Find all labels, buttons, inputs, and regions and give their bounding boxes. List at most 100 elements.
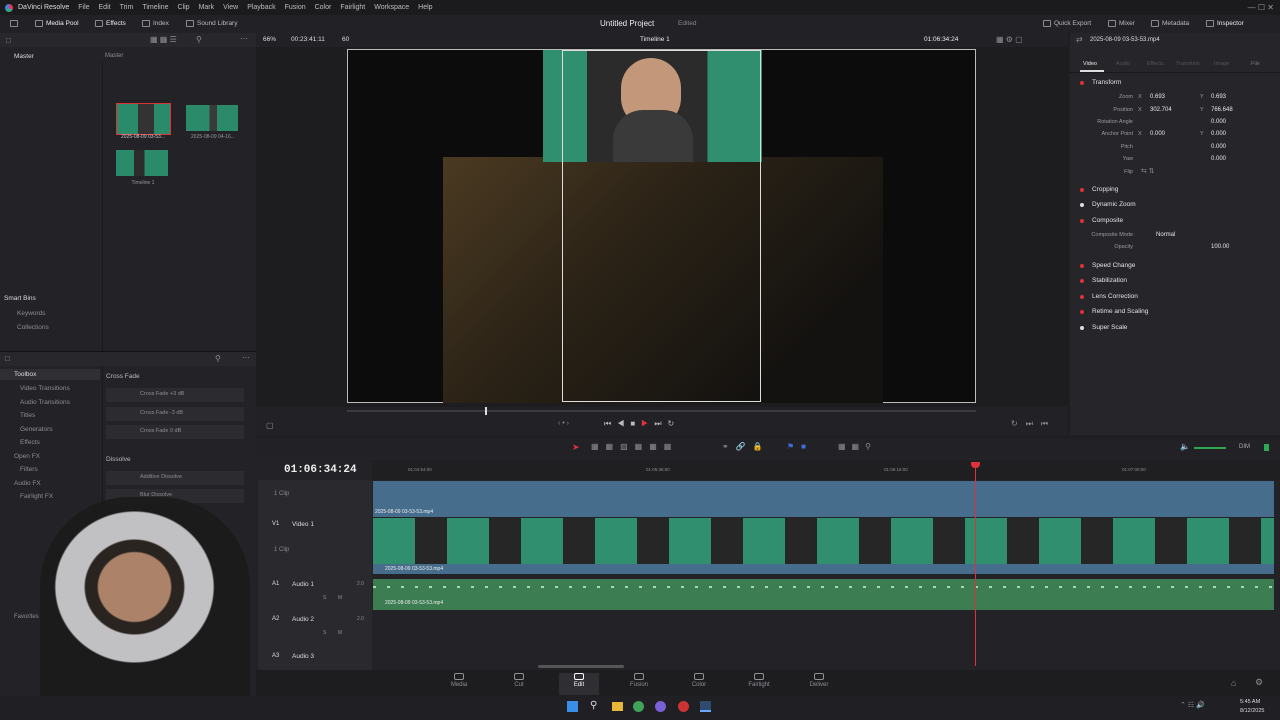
effect-item[interactable]: Cross Fade 0 dB [106, 425, 244, 439]
track-name[interactable]: Audio 1 [292, 581, 314, 588]
stabilization-section[interactable]: Stabilization [1092, 277, 1127, 284]
menu-file[interactable]: File [78, 4, 89, 11]
search-icon[interactable]: ⚲ [196, 35, 202, 44]
rotation-value[interactable]: 0.000 [1211, 119, 1226, 125]
titles-item[interactable]: Titles [20, 412, 35, 419]
timeline-playhead[interactable] [975, 462, 976, 666]
speed-change-section[interactable]: Speed Change [1092, 262, 1135, 269]
track-name[interactable]: Audio 3 [292, 653, 314, 660]
volume-slider[interactable] [1194, 447, 1226, 449]
filters-item[interactable]: Filters [20, 466, 38, 473]
transform-section[interactable]: Transform [1092, 79, 1121, 86]
file-explorer-icon[interactable] [612, 702, 623, 711]
start-windows-icon[interactable] [567, 701, 578, 712]
timeline-name[interactable]: Timeline 1 [640, 36, 670, 43]
mute-button[interactable]: M [338, 595, 342, 601]
page-fusion[interactable]: Fusion [619, 673, 659, 688]
fairlight-fx-item[interactable]: Fairlight FX [20, 493, 53, 500]
enable-dot[interactable] [1080, 295, 1084, 299]
workspace-toggle-icon[interactable] [10, 20, 18, 27]
track-name[interactable]: Audio 2 [292, 616, 314, 623]
video-transitions-item[interactable]: Video Transitions [20, 385, 70, 392]
anchor-x-value[interactable]: 0.000 [1150, 131, 1165, 137]
enable-dot[interactable] [1080, 219, 1084, 223]
page-edit[interactable]: Edit [559, 673, 599, 695]
timeline-thumbnail[interactable] [116, 150, 168, 176]
menu-mark[interactable]: Mark [199, 4, 215, 11]
enable-dot[interactable] [1080, 81, 1084, 85]
viewer-end-controls[interactable]: ↻⏭⏮ [1011, 419, 1056, 429]
menu-trim[interactable]: Trim [120, 4, 134, 11]
effects-item[interactable]: Effects [20, 439, 40, 446]
anchor-y-value[interactable]: 0.000 [1211, 131, 1226, 137]
scrubber-playhead[interactable] [485, 407, 487, 415]
generators-item[interactable]: Generators [20, 426, 53, 433]
menu-fusion[interactable]: Fusion [285, 4, 306, 11]
toolbox-item[interactable]: Toolbox [14, 371, 36, 378]
enable-dot[interactable] [1080, 326, 1084, 330]
favorites-item[interactable]: Favorites [14, 614, 39, 620]
media-clip-thumbnail[interactable] [186, 105, 238, 131]
effect-item[interactable]: Additive Dissolve [106, 471, 244, 485]
menu-playback[interactable]: Playback [247, 4, 275, 11]
viewer-canvas[interactable] [347, 49, 976, 403]
enable-dot[interactable] [1080, 264, 1084, 268]
a1-clip[interactable]: 2025-08-09 03-53-53.mp4 [373, 579, 1274, 610]
viewer-options-icon[interactable]: ▦ ⚙ ▢ [996, 35, 1023, 44]
more-options-icon[interactable]: ⋯ [242, 353, 250, 362]
flip-toggle-icon[interactable]: ⇆ ⇅ [1141, 167, 1155, 175]
playback-controls[interactable]: ⏮◀■▶⏭↻ [604, 419, 680, 429]
bin-list-toggle-icon[interactable]: □ [6, 36, 11, 45]
tab-image[interactable]: Image [1214, 61, 1229, 67]
v2-clip[interactable]: 2025-08-09 03-53-53.mp4 [373, 481, 1274, 517]
system-tray-icons[interactable]: ⌃ ☷ 🔊 [1180, 701, 1205, 709]
zoom-y-value[interactable]: 0.693 [1211, 94, 1226, 100]
retime-scaling-section[interactable]: Retime and Scaling [1092, 308, 1148, 315]
snap-link-tools[interactable]: ⚭🔗🔒 [722, 442, 770, 451]
zoom-tools[interactable]: ▦▦⚲ [838, 442, 877, 451]
smart-bin-collections[interactable]: Collections [17, 324, 49, 331]
selection-tool-icon[interactable]: ➤ [572, 442, 580, 453]
menu-view[interactable]: View [223, 4, 238, 11]
menu-fairlight[interactable]: Fairlight [340, 4, 365, 11]
menu-workspace[interactable]: Workspace [374, 4, 409, 11]
super-scale-section[interactable]: Super Scale [1092, 324, 1127, 331]
v1-clip[interactable]: 2025-08-09 03-53-53.mp4 [373, 564, 1274, 574]
davinci-resolve-taskbar-icon[interactable] [700, 701, 711, 712]
v1-clip-thumbnails[interactable] [373, 518, 1274, 564]
page-color[interactable]: Color [679, 673, 719, 688]
menu-edit[interactable]: Edit [99, 4, 111, 11]
composite-mode-select[interactable]: Normal [1156, 232, 1175, 238]
tab-effects[interactable]: Effects [1147, 61, 1164, 67]
cropping-section[interactable]: Cropping [1092, 186, 1118, 193]
page-fairlight[interactable]: Fairlight [739, 673, 779, 688]
metadata-button[interactable]: Metadata [1151, 20, 1189, 27]
menu-color[interactable]: Color [315, 4, 332, 11]
menu-timeline[interactable]: Timeline [142, 4, 168, 11]
tab-file[interactable]: File [1251, 61, 1260, 67]
home-icon[interactable]: ⌂ [1231, 678, 1236, 688]
index-button[interactable]: Index [142, 20, 169, 27]
pitch-value[interactable]: 0.000 [1211, 144, 1226, 150]
open-fx-item[interactable]: Open FX [14, 453, 40, 460]
bin-tree-master[interactable]: Master [14, 53, 34, 60]
position-x-value[interactable]: 302.704 [1150, 107, 1172, 113]
inspector-button[interactable]: Inspector [1206, 20, 1244, 27]
dynamic-zoom-section[interactable]: Dynamic Zoom [1092, 201, 1136, 208]
effect-item[interactable]: Cross Fade -3 dB [106, 407, 244, 421]
opacity-value[interactable]: 100.00 [1211, 244, 1229, 250]
play-icon[interactable]: ▶ [641, 419, 654, 428]
settings-gear-icon[interactable]: ⚙ [1255, 677, 1263, 688]
tab-transition[interactable]: Transition [1176, 61, 1200, 67]
tab-audio[interactable]: Audio [1116, 61, 1130, 67]
jog-control-icon[interactable]: ‹ • › [558, 420, 569, 427]
enable-dot[interactable] [1080, 310, 1084, 314]
solo-button[interactable]: S [323, 630, 326, 636]
edit-tools[interactable]: ▦▦▨▦▦▦ [591, 442, 678, 451]
view-mode-icon[interactable]: ▦ ▦ ☰ [150, 35, 177, 44]
sidebar-toggle-icon[interactable]: □ [5, 354, 10, 363]
timeline-ruler[interactable]: 01:04:54:00 01:05:36:00 01:06:18:00 01:0… [372, 460, 1280, 480]
zoom-x-value[interactable]: 0.693 [1150, 94, 1165, 100]
more-options-icon[interactable]: ⋯ [240, 34, 248, 43]
page-media[interactable]: Media [439, 673, 479, 688]
